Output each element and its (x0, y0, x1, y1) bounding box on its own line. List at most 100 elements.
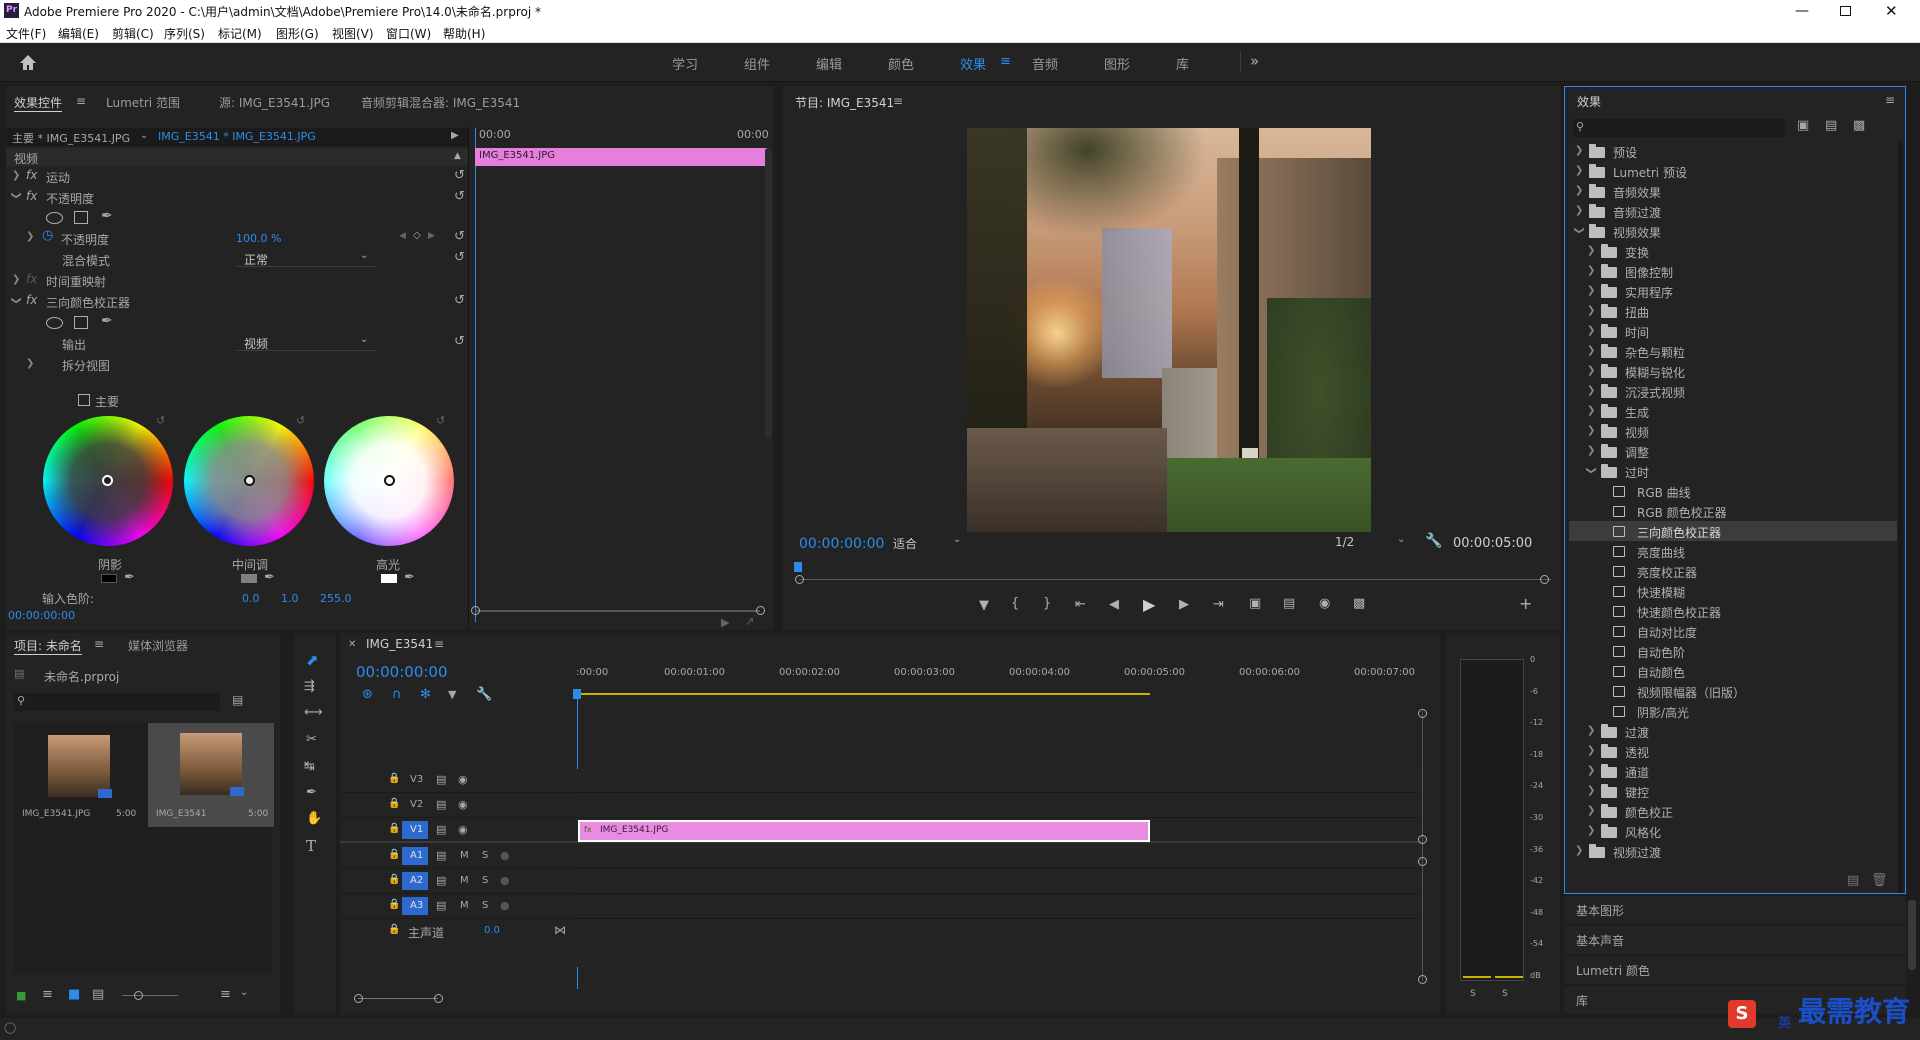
chevron-right-icon[interactable]: ❯ (1587, 825, 1595, 836)
chevron-right-icon[interactable]: ❯ (1587, 765, 1595, 776)
chevron-right-icon[interactable]: ❯ (1587, 425, 1595, 436)
mark-in-icon[interactable]: { (1011, 596, 1019, 611)
ellipse-mask-icon[interactable] (46, 317, 63, 329)
sync-lock-icon[interactable]: ▤ (436, 798, 446, 811)
lumetri-color-panel[interactable]: Lumetri 颜色 (1564, 956, 1906, 984)
track-a1-label[interactable]: A1 (410, 850, 423, 861)
32bit-effects-icon[interactable]: ▤ (1825, 118, 1837, 133)
effect-playhead[interactable] (475, 128, 476, 622)
solo-button[interactable]: S (482, 900, 488, 911)
active-clip-label[interactable]: IMG_E3541 * IMG_E3541.JPG (158, 130, 316, 143)
panel-menu-icon[interactable]: ≡ (893, 94, 903, 108)
eyedropper-icon[interactable]: ✒ (264, 570, 275, 585)
export-frame-icon[interactable]: ↗ (745, 615, 754, 628)
thumb-size-slider[interactable] (122, 995, 178, 996)
chevron-right-icon[interactable]: ❯ (1587, 745, 1595, 756)
wrench-icon[interactable]: 🔧 (476, 687, 492, 702)
solo-button[interactable]: S (482, 875, 488, 886)
collapse-opacity-icon[interactable]: ❯ (11, 191, 22, 199)
horizontal-zoom-bar[interactable] (358, 998, 438, 999)
add-button-icon[interactable]: + (1519, 594, 1532, 613)
effects-tree-effect[interactable]: 快速模糊 (1569, 581, 1897, 601)
workspace-effects[interactable]: 效果 (960, 54, 986, 73)
eyedropper-icon[interactable]: ✒ (404, 570, 415, 585)
effects-tree-effect[interactable]: 亮度校正器 (1569, 561, 1897, 581)
freeform-view-icon[interactable]: ▤ (92, 987, 104, 1002)
zoom-handle-left[interactable] (471, 606, 480, 615)
delete-icon[interactable]: 🗑 (1871, 873, 1888, 888)
reset-blend-icon[interactable]: ↺ (454, 250, 465, 265)
effects-tree-folder[interactable]: ❯ 过渡 (1569, 721, 1897, 741)
effects-tree-folder[interactable]: ❯ 视频过渡 (1569, 841, 1897, 861)
midtones-wheel-handle[interactable] (244, 475, 255, 486)
effects-tree-folder[interactable]: ❯ 视频 (1569, 421, 1897, 441)
zoom-handle-right[interactable] (756, 606, 765, 615)
sync-lock-icon[interactable]: ▤ (436, 849, 446, 862)
reset-opacity-icon[interactable]: ↺ (454, 189, 465, 204)
reset-three-way-icon[interactable]: ↺ (454, 293, 465, 308)
stopwatch-icon[interactable]: ◷ (42, 228, 53, 243)
effects-tree-effect[interactable]: 快速颜色校正器 (1569, 601, 1897, 621)
lock-icon[interactable]: 🔒 (388, 874, 400, 885)
workspace-learn[interactable]: 学习 (672, 54, 698, 73)
menu-help[interactable]: 帮助(H) (443, 25, 485, 42)
close-icon[interactable]: ✕ (1885, 2, 1898, 20)
chevron-right-icon[interactable]: ❯ (1587, 345, 1595, 356)
wrench-icon[interactable]: 🔧 (1425, 533, 1442, 549)
effects-tree-folder[interactable]: ❯ 音频过渡 (1569, 201, 1897, 221)
minimize-icon[interactable]: — (1795, 3, 1809, 19)
black-level-swatch[interactable] (101, 574, 117, 583)
project-search[interactable]: ⚲ (14, 693, 220, 711)
effect-scrollbar[interactable] (765, 148, 772, 438)
menu-graphics[interactable]: 图形(G) (276, 25, 319, 42)
effects-tree-folder[interactable]: ❯ 通道 (1569, 761, 1897, 781)
chevron-right-icon[interactable]: ❯ (1575, 845, 1583, 856)
chevron-right-icon[interactable]: ❯ (1587, 265, 1595, 276)
zoom-handle-right[interactable] (434, 994, 443, 1003)
time-remap-label[interactable]: 时间重映射 (46, 273, 106, 290)
lock-icon[interactable]: 🔒 (388, 849, 400, 860)
chevron-right-icon[interactable]: ❯ (1587, 385, 1595, 396)
chevron-right-icon[interactable]: ❯ (1587, 725, 1595, 736)
right-scrollbar[interactable] (1908, 900, 1916, 970)
list-view-icon[interactable]: ≡ (42, 987, 53, 1002)
effects-tree-folder[interactable]: ❯ 扭曲 (1569, 301, 1897, 321)
chevron-right-icon[interactable]: ❯ (1587, 405, 1595, 416)
chevron-right-icon[interactable]: ❯ (1587, 365, 1595, 376)
icon-view-icon[interactable]: ■ (68, 987, 80, 1002)
home-icon[interactable] (18, 53, 38, 71)
tab-source[interactable]: 源: IMG_E3541.JPG (219, 94, 330, 111)
keyframe-next-icon[interactable]: ▶ (428, 231, 435, 241)
timeline-clip[interactable]: fx IMG_E3541.JPG (578, 820, 1150, 842)
gray-level-swatch[interactable] (241, 574, 257, 583)
meter-solo-left[interactable]: S (1470, 989, 1476, 999)
keyframe-add-icon[interactable]: ◇ (413, 230, 421, 241)
close-tab-icon[interactable]: ✕ (348, 639, 356, 650)
clip-dropdown-icon[interactable]: ⌄ (140, 130, 148, 141)
rectangle-mask-icon[interactable] (74, 316, 88, 329)
shadows-wheel-handle[interactable] (102, 475, 113, 486)
menu-view[interactable]: 视图(V) (332, 25, 374, 42)
go-to-end-icon[interactable]: ⋈ (554, 923, 566, 937)
master-checkbox[interactable] (78, 394, 90, 406)
step-forward-icon[interactable]: ▶ (1179, 597, 1189, 612)
effect-controls-timecode[interactable]: 00:00:00:00 (8, 609, 75, 622)
lock-icon[interactable]: 🔒 (388, 899, 400, 910)
chevron-down-icon[interactable]: ❯ (1586, 466, 1597, 474)
blend-mode-select[interactable]: 正常 ⌄ (236, 250, 376, 267)
selection-tool-icon[interactable]: ⬈ (306, 651, 319, 669)
menu-clip[interactable]: 剪辑(C) (112, 25, 154, 42)
marker-icon[interactable]: ▼ (448, 688, 456, 701)
program-timecode[interactable]: 00:00:00:00 (799, 536, 884, 552)
sync-lock-icon[interactable]: ▤ (436, 773, 446, 786)
input-level-white[interactable]: 255.0 (320, 592, 352, 605)
maximize-icon[interactable] (1840, 6, 1851, 16)
effects-tree-folder[interactable]: ❯ 杂色与颗粒 (1569, 341, 1897, 361)
chevron-right-icon[interactable]: ❯ (1587, 785, 1595, 796)
panel-menu-icon[interactable]: ≡ (434, 637, 444, 651)
essential-sound-panel[interactable]: 基本声音 (1564, 926, 1906, 954)
chevron-right-icon[interactable]: ❯ (1587, 245, 1595, 256)
razor-tool-icon[interactable]: ✂ (306, 732, 317, 747)
input-level-black[interactable]: 0.0 (242, 592, 260, 605)
track-a2-label[interactable]: A2 (410, 875, 423, 886)
